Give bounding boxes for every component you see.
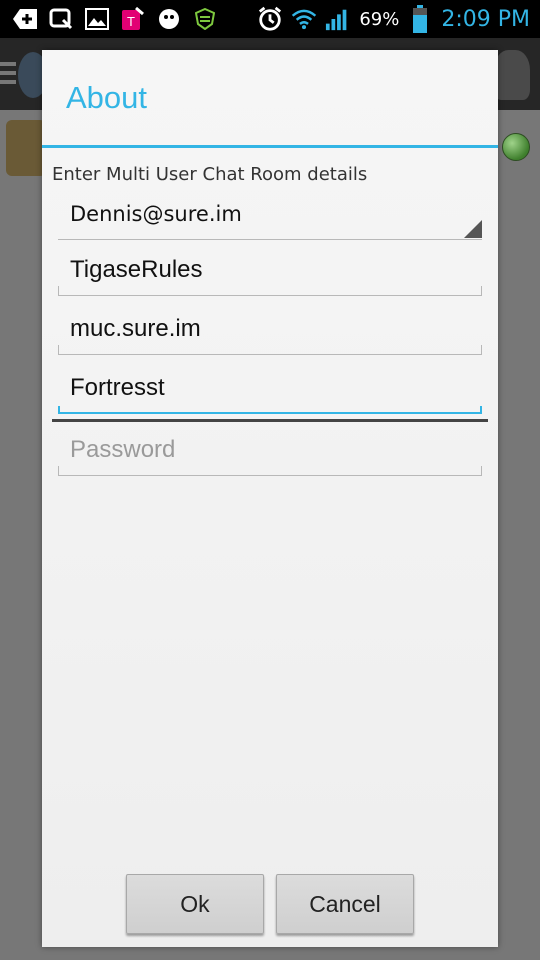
room-name-value: TigaseRules — [70, 256, 203, 283]
account-selected: Dennis@sure.im — [70, 202, 242, 226]
status-bar: T 69% 2:09 PM — [0, 0, 540, 38]
nickname-value: Fortresst — [70, 374, 165, 401]
ok-button[interactable]: Ok — [126, 874, 264, 934]
instructions-text: Enter Multi User Chat Room details — [52, 164, 368, 185]
contact-avatar — [6, 120, 46, 176]
menu-icon — [0, 62, 16, 84]
battery-icon — [407, 5, 433, 33]
battery-percent: 69% — [359, 8, 400, 30]
svg-text:T: T — [127, 14, 135, 29]
signal-icon — [325, 6, 351, 32]
account-spinner[interactable]: Dennis@sure.im — [58, 192, 482, 240]
quick-memo-icon — [48, 6, 74, 32]
dropdown-arrow-icon — [464, 220, 482, 238]
wifi-icon — [291, 6, 317, 32]
tmobile-icon: T — [120, 6, 146, 32]
muc-dialog: About Enter Multi User Chat Room details… — [42, 50, 498, 947]
gallery-icon — [84, 6, 110, 32]
add-icon — [12, 6, 38, 32]
server-value: muc.sure.im — [70, 315, 201, 342]
cancel-button[interactable]: Cancel — [276, 874, 414, 934]
title-divider — [42, 145, 498, 148]
profile-icon — [494, 50, 530, 100]
room-name-field[interactable]: TigaseRules — [58, 248, 482, 296]
nickname-field[interactable]: Fortresst — [58, 366, 482, 414]
game-icon — [156, 6, 182, 32]
password-placeholder: Password — [70, 436, 176, 463]
dialog-title: About — [66, 80, 148, 115]
alarm-icon — [257, 6, 283, 32]
password-field[interactable]: Password — [58, 428, 482, 476]
shield-icon — [192, 6, 218, 32]
online-status-icon — [502, 133, 530, 161]
server-field[interactable]: muc.sure.im — [58, 307, 482, 355]
status-time: 2:09 PM — [441, 6, 530, 32]
field-divider — [52, 419, 488, 422]
